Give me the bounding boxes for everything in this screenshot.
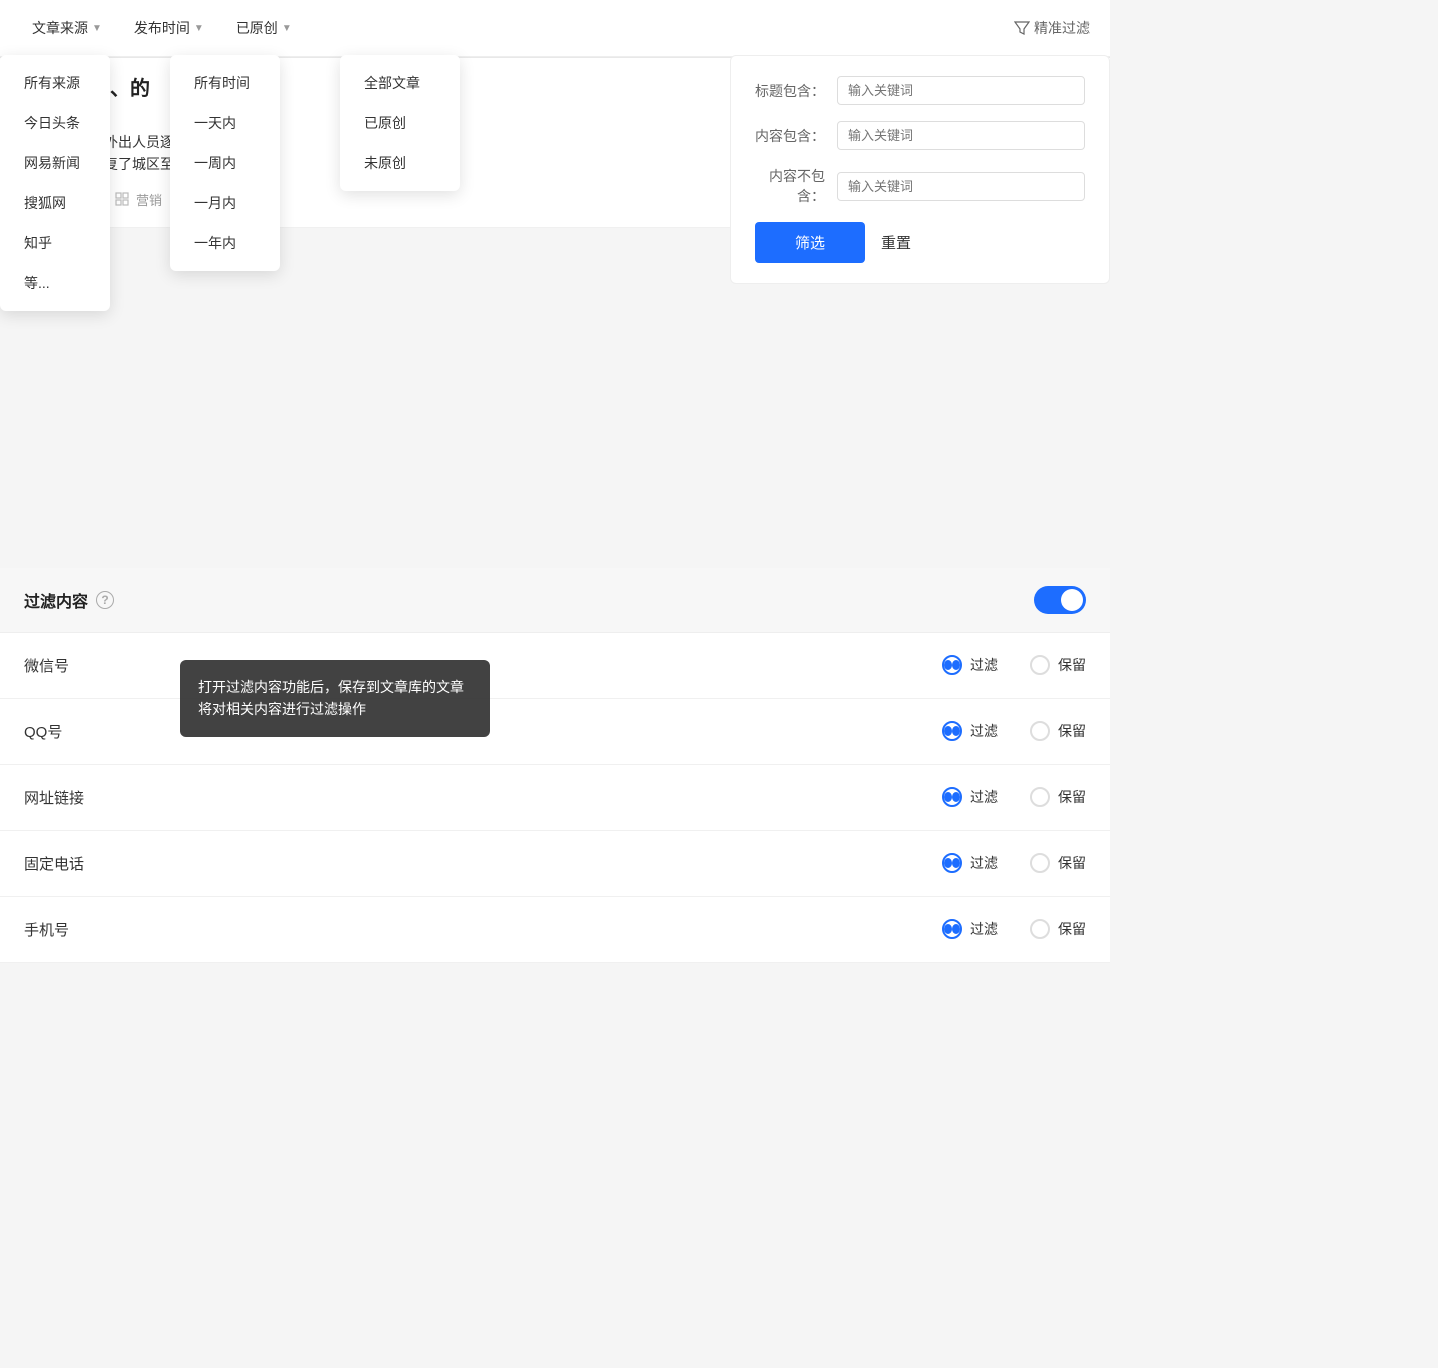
time-filter-btn[interactable]: 发布时间 ▼: [122, 12, 216, 44]
source-dropdown: 所有来源 今日头条 网易新闻 搜狐网 知乎 等...: [0, 55, 110, 311]
help-icon[interactable]: ?: [96, 591, 114, 609]
filter-name-url: 网址链接: [24, 787, 942, 808]
filter-row-url: 网址链接 过滤 保留: [0, 765, 1110, 831]
radio-circle-keep-landline: [1030, 853, 1050, 873]
filter-label-wechat: 过滤: [970, 655, 998, 675]
radio-circle-keep-url: [1030, 787, 1050, 807]
radio-circle-filter-mobile: [942, 919, 962, 939]
filter-name-mobile: 手机号: [24, 919, 942, 940]
precision-label: 精准过滤: [1034, 18, 1090, 38]
marketing-action[interactable]: 营销: [114, 190, 162, 209]
radio-circle-keep-mobile: [1030, 919, 1050, 939]
content-filter-input[interactable]: [837, 121, 1085, 150]
filter-row-landline: 固定电话 过滤 保留: [0, 831, 1110, 897]
filter-section-header: 过滤内容 ?: [0, 568, 1110, 633]
filter-label-mobile: 过滤: [970, 919, 998, 939]
filter-actions: 筛选 重置: [755, 222, 1085, 263]
filter-row-mobile: 手机号 过滤 保留: [0, 897, 1110, 963]
radio-group-qq: 过滤 保留: [942, 721, 1086, 741]
apply-filter-button[interactable]: 筛选: [755, 222, 865, 263]
original-filter-btn[interactable]: 已原创 ▼: [224, 12, 304, 44]
exclude-filter-label: 内容不包含：: [755, 166, 825, 206]
grid-icon: [114, 191, 130, 207]
content-filter-label: 内容包含：: [755, 126, 825, 146]
radio-circle-keep-qq: [1030, 721, 1050, 741]
keep-radio-qq[interactable]: 保留: [1030, 721, 1086, 741]
time-item-1month[interactable]: 一月内: [170, 183, 280, 223]
radio-circle-filter-landline: [942, 853, 962, 873]
keep-label-qq: 保留: [1058, 721, 1086, 741]
filter-section: 过滤内容 ?: [0, 568, 1110, 633]
original-item-all[interactable]: 全部文章: [340, 63, 460, 103]
time-item-all[interactable]: 所有时间: [170, 63, 280, 103]
original-item-no[interactable]: 未原创: [340, 143, 460, 183]
filter-radio-url[interactable]: 过滤: [942, 787, 998, 807]
source-item-zhihu[interactable]: 知乎: [0, 223, 110, 263]
radio-circle-filter-url: [942, 787, 962, 807]
original-arrow-icon: ▼: [282, 23, 292, 34]
source-item-163[interactable]: 网易新闻: [0, 143, 110, 183]
tooltip-box: 打开过滤内容功能后，保存到文章库的文章将对相关内容进行过滤操作: [180, 660, 490, 737]
time-item-1year[interactable]: 一年内: [170, 223, 280, 263]
source-arrow-icon: ▼: [92, 23, 102, 34]
original-item-yes[interactable]: 已原创: [340, 103, 460, 143]
content-filter-section: 微信号 过滤 保留 QQ号 过滤: [0, 633, 1110, 963]
source-filter-label: 文章来源: [32, 18, 88, 38]
keep-label-landline: 保留: [1058, 853, 1086, 873]
filter-row-wechat: 微信号 过滤 保留: [0, 633, 1110, 699]
time-item-1week[interactable]: 一周内: [170, 143, 280, 183]
right-filter-panel: 标题包含： 内容包含： 内容不包含： 筛选 重置: [730, 55, 1110, 284]
filter-radio-qq[interactable]: 过滤: [942, 721, 998, 741]
filter-radio-mobile[interactable]: 过滤: [942, 919, 998, 939]
keep-label-wechat: 保留: [1058, 655, 1086, 675]
filter-label-qq: 过滤: [970, 721, 998, 741]
time-filter-label: 发布时间: [134, 18, 190, 38]
radio-group-landline: 过滤 保留: [942, 853, 1086, 873]
source-item-sohu[interactable]: 搜狐网: [0, 183, 110, 223]
marketing-label: 营销: [136, 190, 162, 209]
time-item-1day[interactable]: 一天内: [170, 103, 280, 143]
keep-radio-landline[interactable]: 保留: [1030, 853, 1086, 873]
filter-radio-wechat[interactable]: 过滤: [942, 655, 998, 675]
original-dropdown: 全部文章 已原创 未原创: [340, 55, 460, 191]
keep-radio-wechat[interactable]: 保留: [1030, 655, 1086, 675]
filter-section-title-text: 过滤内容: [24, 588, 88, 612]
keep-radio-url[interactable]: 保留: [1030, 787, 1086, 807]
radio-circle-filter-wechat: [942, 655, 962, 675]
radio-group-wechat: 过滤 保留: [942, 655, 1086, 675]
radio-group-url: 过滤 保留: [942, 787, 1086, 807]
filter-label-url: 过滤: [970, 787, 998, 807]
funnel-icon: [1014, 20, 1030, 36]
radio-circle-keep-wechat: [1030, 655, 1050, 675]
filter-radio-landline[interactable]: 过滤: [942, 853, 998, 873]
tooltip-text: 打开过滤内容功能后，保存到文章库的文章将对相关内容进行过滤操作: [198, 679, 464, 717]
content-filter-row: 内容包含：: [755, 121, 1085, 150]
source-filter-btn[interactable]: 文章来源 ▼: [20, 12, 114, 44]
keep-label-url: 保留: [1058, 787, 1086, 807]
keep-label-mobile: 保留: [1058, 919, 1086, 939]
time-dropdown: 所有时间 一天内 一周内 一月内 一年内: [170, 55, 280, 271]
source-item-toutiao[interactable]: 今日头条: [0, 103, 110, 143]
keep-radio-mobile[interactable]: 保留: [1030, 919, 1086, 939]
original-filter-label: 已原创: [236, 18, 278, 38]
filter-toggle[interactable]: [1034, 586, 1086, 614]
source-item-more[interactable]: 等...: [0, 263, 110, 303]
filter-section-title: 过滤内容 ?: [24, 588, 114, 612]
precision-filter: 精准过滤: [1014, 18, 1090, 38]
radio-group-mobile: 过滤 保留: [942, 919, 1086, 939]
source-item-all[interactable]: 所有来源: [0, 63, 110, 103]
radio-circle-filter-qq: [942, 721, 962, 741]
time-arrow-icon: ▼: [194, 23, 204, 34]
exclude-filter-row: 内容不包含：: [755, 166, 1085, 206]
title-filter-label: 标题包含：: [755, 81, 825, 101]
filter-label-landline: 过滤: [970, 853, 998, 873]
title-filter-input[interactable]: [837, 76, 1085, 105]
title-filter-row: 标题包含：: [755, 76, 1085, 105]
filter-row-qq: QQ号 过滤 保留: [0, 699, 1110, 765]
reset-filter-button[interactable]: 重置: [881, 232, 911, 253]
exclude-filter-input[interactable]: [837, 172, 1085, 201]
filter-name-landline: 固定电话: [24, 853, 942, 874]
